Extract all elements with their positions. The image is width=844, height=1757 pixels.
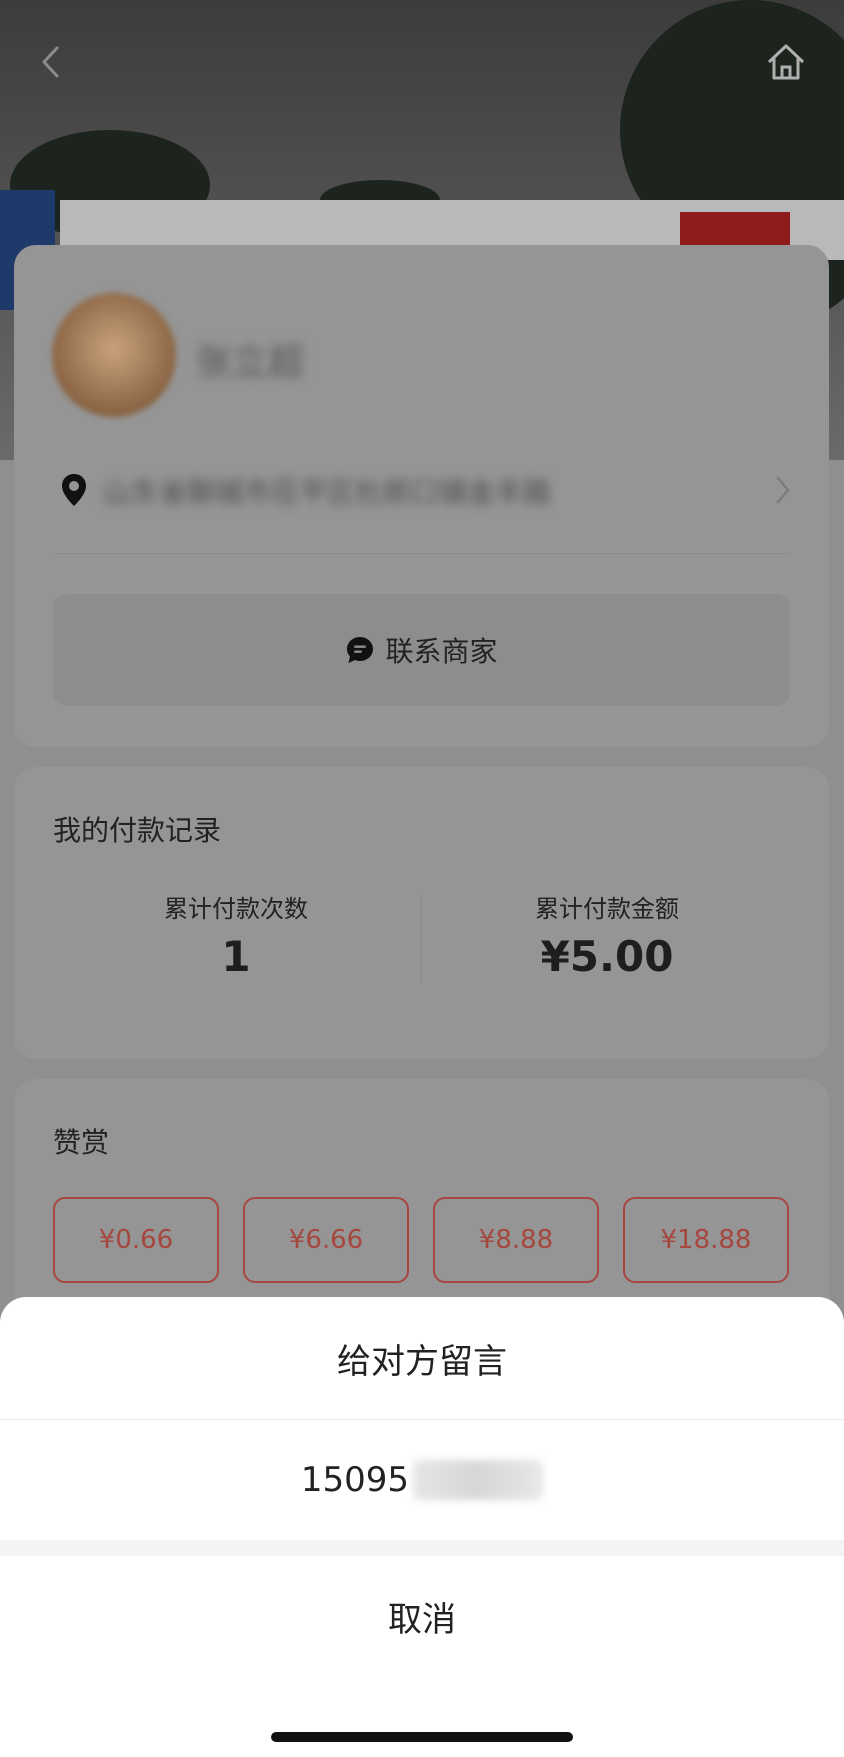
payment-amount-label: 累计付款金额: [535, 895, 679, 923]
avatar: [52, 293, 176, 417]
map-pin-icon: [62, 474, 86, 506]
payment-record-title: 我的付款记录: [53, 814, 222, 847]
back-button[interactable]: [30, 40, 74, 84]
tip-button-18-88[interactable]: ¥18.88: [623, 1197, 789, 1283]
payment-record-card: 我的付款记录 累计付款次数 1 累计付款金额 ¥5.00: [14, 767, 829, 1059]
home-icon: [767, 44, 805, 80]
stat-divider: [421, 892, 422, 984]
merchant-address: 山东省聊城市茌平区杜郎口镇金丰路: [103, 476, 552, 509]
phone-number-redacted: [413, 1460, 544, 1500]
cancel-button[interactable]: 取消: [0, 1556, 844, 1676]
tip-button-6-66[interactable]: ¥6.66: [243, 1197, 409, 1283]
payment-count-value: 1: [221, 932, 251, 981]
payment-count-label: 累计付款次数: [164, 895, 308, 923]
chevron-right-icon: [776, 476, 790, 504]
action-sheet-title: 给对方留言: [337, 1341, 507, 1382]
phone-number-prefix: 15095: [300, 1460, 410, 1500]
contact-merchant-button[interactable]: 联系商家: [53, 594, 790, 706]
tip-button-0-66[interactable]: ¥0.66: [53, 1197, 219, 1283]
chat-bubble-icon: [347, 637, 374, 663]
payment-amount-value: ¥5.00: [540, 932, 674, 981]
contact-merchant-label: 联系商家: [385, 635, 498, 668]
tip-button-8-88[interactable]: ¥8.88: [433, 1197, 599, 1283]
divider: [53, 553, 790, 554]
merchant-name: 张立超: [196, 342, 305, 383]
sheet-separator: [0, 1540, 844, 1556]
home-indicator[interactable]: [271, 1732, 573, 1742]
merchant-card: 张立超 山东省聊城市茌平区杜郎口镇金丰路 联系商家: [14, 245, 829, 747]
address-row[interactable]: 山东省聊城市茌平区杜郎口镇金丰路: [53, 465, 798, 515]
action-sheet: 给对方留言 15095 取消: [0, 1297, 844, 1757]
phone-number-option[interactable]: 15095: [0, 1420, 844, 1540]
tip-title: 赞赏: [53, 1126, 110, 1159]
home-button[interactable]: [764, 40, 808, 84]
chevron-left-icon: [42, 46, 59, 78]
